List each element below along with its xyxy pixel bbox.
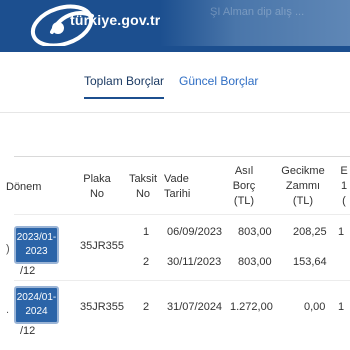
late-fee-cell: 153,64: [293, 256, 327, 268]
header-ghost-text: ŞI Alman dip alış ...: [210, 6, 305, 18]
period-suffix: /12: [20, 325, 36, 337]
header-extra-cut: E 1 (: [340, 165, 348, 207]
header-bottom-border: [14, 214, 350, 215]
extra-cell: 1: [338, 226, 345, 238]
row-edge-glyph: ): [6, 243, 10, 255]
header-installment: Taksit No: [128, 173, 158, 200]
late-fee-cell: 0,00: [304, 301, 326, 313]
plate-cell: 35JR355: [80, 240, 125, 252]
extra-cell: 1: [338, 301, 345, 313]
principal-cell: 1.272,00: [230, 301, 273, 313]
period-button-2023[interactable]: 2023/01- 2023: [14, 226, 59, 264]
due-date-cell: 30/11/2023: [167, 256, 222, 268]
site-header: ŞI Alman dip alış ... türkiye.gov.tr: [0, 0, 350, 52]
header-late-fee: Gecikme Zammı (TL): [281, 165, 325, 207]
header-principal: Asıl Borç (TL): [232, 165, 256, 207]
row-edge-glyph: .: [6, 304, 10, 316]
due-date-cell: 06/09/2023: [167, 226, 223, 238]
tab-current-debts[interactable]: Güncel Borçlar: [179, 74, 258, 88]
header-period: Dönem: [6, 181, 42, 193]
installment-cell: 2: [143, 256, 150, 268]
table-top-border: [14, 156, 350, 157]
debt-tabs: Toplam Borçlar Güncel Borçlar: [0, 52, 350, 112]
principal-cell: 803,00: [238, 256, 272, 268]
period-button-2024[interactable]: 2024/01- 2024: [14, 286, 59, 324]
due-date-cell: 31/07/2024: [167, 301, 223, 313]
installment-cell: 2: [143, 301, 150, 313]
late-fee-cell: 208,25: [293, 226, 327, 238]
period-suffix: /12: [20, 265, 36, 277]
tab-total-debts[interactable]: Toplam Borçlar: [84, 74, 165, 99]
row-divider: [14, 280, 350, 281]
divider: [0, 112, 350, 113]
plate-cell: 35JR355: [80, 301, 125, 313]
logo-text[interactable]: türkiye.gov.tr: [70, 12, 160, 28]
installment-cell: 1: [143, 226, 150, 238]
principal-cell: 803,00: [238, 226, 272, 238]
header-due-date: Vade Tarihi: [164, 173, 191, 200]
header-plate: Plaka No: [83, 173, 111, 200]
